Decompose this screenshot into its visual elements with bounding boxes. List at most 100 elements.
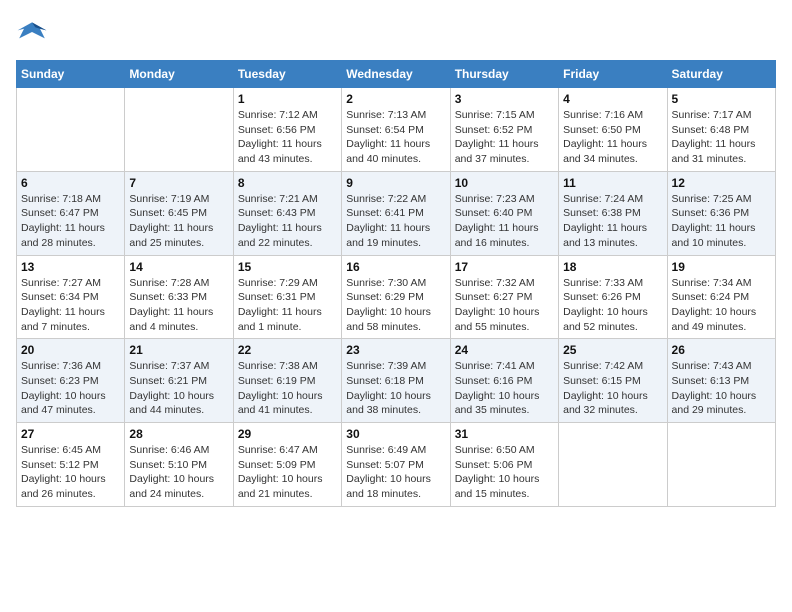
- day-number: 22: [238, 343, 337, 357]
- calendar-cell: 1 Sunrise: 7:12 AMSunset: 6:56 PMDaylight…: [233, 88, 341, 172]
- day-info: Sunrise: 7:36 AMSunset: 6:23 PMDaylight:…: [21, 359, 120, 418]
- calendar-cell: 20Sunrise: 7:36 AMSunset: 6:23 PMDayligh…: [17, 339, 125, 423]
- day-number: 3: [455, 92, 554, 106]
- day-info: Sunrise: 7:32 AMSunset: 6:27 PMDaylight:…: [455, 276, 554, 335]
- day-number: 18: [563, 260, 662, 274]
- calendar-cell: 14 Sunrise: 7:28 AMSunset: 6:33 PMDayligh…: [125, 255, 233, 339]
- day-info: Sunrise: 7:25 AMSunset: 6:36 PMDaylight:…: [672, 192, 771, 251]
- day-info: Sunrise: 7:18 AMSunset: 6:47 PMDaylight:…: [21, 192, 120, 251]
- day-info: Sunrise: 7:30 AMSunset: 6:29 PMDaylight:…: [346, 276, 445, 335]
- day-number: 16: [346, 260, 445, 274]
- calendar-cell: 6 Sunrise: 7:18 AMSunset: 6:47 PMDaylight…: [17, 171, 125, 255]
- day-info: Sunrise: 7:39 AMSunset: 6:18 PMDaylight:…: [346, 359, 445, 418]
- day-number: 7: [129, 176, 228, 190]
- calendar-cell: 23 Sunrise: 7:39 AMSunset: 6:18 PMDayligh…: [342, 339, 450, 423]
- page-header: [16, 16, 776, 48]
- calendar-cell: [559, 423, 667, 507]
- calendar-cell: 11Sunrise: 7:24 AMSunset: 6:38 PMDayligh…: [559, 171, 667, 255]
- calendar-week-2: 6 Sunrise: 7:18 AMSunset: 6:47 PMDaylight…: [17, 171, 776, 255]
- calendar-cell: 9 Sunrise: 7:22 AMSunset: 6:41 PMDaylight…: [342, 171, 450, 255]
- day-info: Sunrise: 6:50 AMSunset: 5:06 PMDaylight:…: [455, 443, 554, 502]
- calendar-week-4: 20Sunrise: 7:36 AMSunset: 6:23 PMDayligh…: [17, 339, 776, 423]
- day-info: Sunrise: 7:19 AMSunset: 6:45 PMDaylight:…: [129, 192, 228, 251]
- day-info: Sunrise: 7:21 AMSunset: 6:43 PMDaylight:…: [238, 192, 337, 251]
- day-number: 9: [346, 176, 445, 190]
- calendar-cell: 15 Sunrise: 7:29 AMSunset: 6:31 PMDayligh…: [233, 255, 341, 339]
- day-number: 25: [563, 343, 662, 357]
- day-number: 27: [21, 427, 120, 441]
- day-number: 24: [455, 343, 554, 357]
- day-number: 19: [672, 260, 771, 274]
- calendar-cell: 31 Sunrise: 6:50 AMSunset: 5:06 PMDayligh…: [450, 423, 558, 507]
- day-number: 5: [672, 92, 771, 106]
- calendar-cell: 13 Sunrise: 7:27 AMSunset: 6:34 PMDayligh…: [17, 255, 125, 339]
- calendar-cell: 19 Sunrise: 7:34 AMSunset: 6:24 PMDayligh…: [667, 255, 775, 339]
- day-number: 6: [21, 176, 120, 190]
- day-info: Sunrise: 7:12 AMSunset: 6:56 PMDaylight:…: [238, 108, 337, 167]
- calendar-header-row: SundayMondayTuesdayWednesdayThursdayFrid…: [17, 61, 776, 88]
- day-number: 15: [238, 260, 337, 274]
- day-info: Sunrise: 7:23 AMSunset: 6:40 PMDaylight:…: [455, 192, 554, 251]
- weekday-header-sunday: Sunday: [17, 61, 125, 88]
- day-number: 17: [455, 260, 554, 274]
- calendar-cell: 24 Sunrise: 7:41 AMSunset: 6:16 PMDayligh…: [450, 339, 558, 423]
- day-info: Sunrise: 7:41 AMSunset: 6:16 PMDaylight:…: [455, 359, 554, 418]
- weekday-header-friday: Friday: [559, 61, 667, 88]
- day-info: Sunrise: 6:47 AMSunset: 5:09 PMDaylight:…: [238, 443, 337, 502]
- day-number: 26: [672, 343, 771, 357]
- calendar-cell: 17 Sunrise: 7:32 AMSunset: 6:27 PMDayligh…: [450, 255, 558, 339]
- day-info: Sunrise: 7:22 AMSunset: 6:41 PMDaylight:…: [346, 192, 445, 251]
- day-number: 8: [238, 176, 337, 190]
- calendar-week-1: 1 Sunrise: 7:12 AMSunset: 6:56 PMDaylight…: [17, 88, 776, 172]
- day-number: 29: [238, 427, 337, 441]
- day-info: Sunrise: 7:17 AMSunset: 6:48 PMDaylight:…: [672, 108, 771, 167]
- calendar-cell: 22Sunrise: 7:38 AMSunset: 6:19 PMDayligh…: [233, 339, 341, 423]
- calendar-cell: 28 Sunrise: 6:46 AMSunset: 5:10 PMDayligh…: [125, 423, 233, 507]
- day-info: Sunrise: 7:28 AMSunset: 6:33 PMDaylight:…: [129, 276, 228, 335]
- logo: [16, 16, 52, 48]
- day-number: 13: [21, 260, 120, 274]
- weekday-header-tuesday: Tuesday: [233, 61, 341, 88]
- calendar-cell: [125, 88, 233, 172]
- calendar-table: SundayMondayTuesdayWednesdayThursdayFrid…: [16, 60, 776, 507]
- calendar-cell: 25 Sunrise: 7:42 AMSunset: 6:15 PMDayligh…: [559, 339, 667, 423]
- day-info: Sunrise: 6:46 AMSunset: 5:10 PMDaylight:…: [129, 443, 228, 502]
- calendar-cell: 2Sunrise: 7:13 AMSunset: 6:54 PMDaylight…: [342, 88, 450, 172]
- calendar-cell: 26Sunrise: 7:43 AMSunset: 6:13 PMDayligh…: [667, 339, 775, 423]
- day-number: 23: [346, 343, 445, 357]
- day-number: 12: [672, 176, 771, 190]
- calendar-cell: 18Sunrise: 7:33 AMSunset: 6:26 PMDayligh…: [559, 255, 667, 339]
- day-number: 31: [455, 427, 554, 441]
- calendar-cell: 29 Sunrise: 6:47 AMSunset: 5:09 PMDayligh…: [233, 423, 341, 507]
- day-info: Sunrise: 7:27 AMSunset: 6:34 PMDaylight:…: [21, 276, 120, 335]
- weekday-header-wednesday: Wednesday: [342, 61, 450, 88]
- day-number: 21: [129, 343, 228, 357]
- calendar-cell: 8 Sunrise: 7:21 AMSunset: 6:43 PMDaylight…: [233, 171, 341, 255]
- calendar-cell: 10 Sunrise: 7:23 AMSunset: 6:40 PMDayligh…: [450, 171, 558, 255]
- day-number: 1: [238, 92, 337, 106]
- logo-icon: [16, 16, 48, 48]
- calendar-cell: 30 Sunrise: 6:49 AMSunset: 5:07 PMDayligh…: [342, 423, 450, 507]
- calendar-cell: 21Sunrise: 7:37 AMSunset: 6:21 PMDayligh…: [125, 339, 233, 423]
- calendar-week-5: 27Sunrise: 6:45 AMSunset: 5:12 PMDayligh…: [17, 423, 776, 507]
- day-info: Sunrise: 7:34 AMSunset: 6:24 PMDaylight:…: [672, 276, 771, 335]
- calendar-cell: 4Sunrise: 7:16 AMSunset: 6:50 PMDaylight…: [559, 88, 667, 172]
- day-number: 14: [129, 260, 228, 274]
- day-info: Sunrise: 7:42 AMSunset: 6:15 PMDaylight:…: [563, 359, 662, 418]
- calendar-cell: 3Sunrise: 7:15 AMSunset: 6:52 PMDaylight…: [450, 88, 558, 172]
- day-number: 28: [129, 427, 228, 441]
- day-number: 11: [563, 176, 662, 190]
- day-number: 10: [455, 176, 554, 190]
- calendar-cell: 16 Sunrise: 7:30 AMSunset: 6:29 PMDayligh…: [342, 255, 450, 339]
- day-number: 30: [346, 427, 445, 441]
- day-number: 4: [563, 92, 662, 106]
- calendar-cell: 27Sunrise: 6:45 AMSunset: 5:12 PMDayligh…: [17, 423, 125, 507]
- calendar-cell: [17, 88, 125, 172]
- weekday-header-thursday: Thursday: [450, 61, 558, 88]
- day-info: Sunrise: 7:29 AMSunset: 6:31 PMDaylight:…: [238, 276, 337, 335]
- weekday-header-monday: Monday: [125, 61, 233, 88]
- calendar-cell: 12 Sunrise: 7:25 AMSunset: 6:36 PMDayligh…: [667, 171, 775, 255]
- calendar-cell: 5 Sunrise: 7:17 AMSunset: 6:48 PMDaylight…: [667, 88, 775, 172]
- day-info: Sunrise: 6:49 AMSunset: 5:07 PMDaylight:…: [346, 443, 445, 502]
- calendar-cell: [667, 423, 775, 507]
